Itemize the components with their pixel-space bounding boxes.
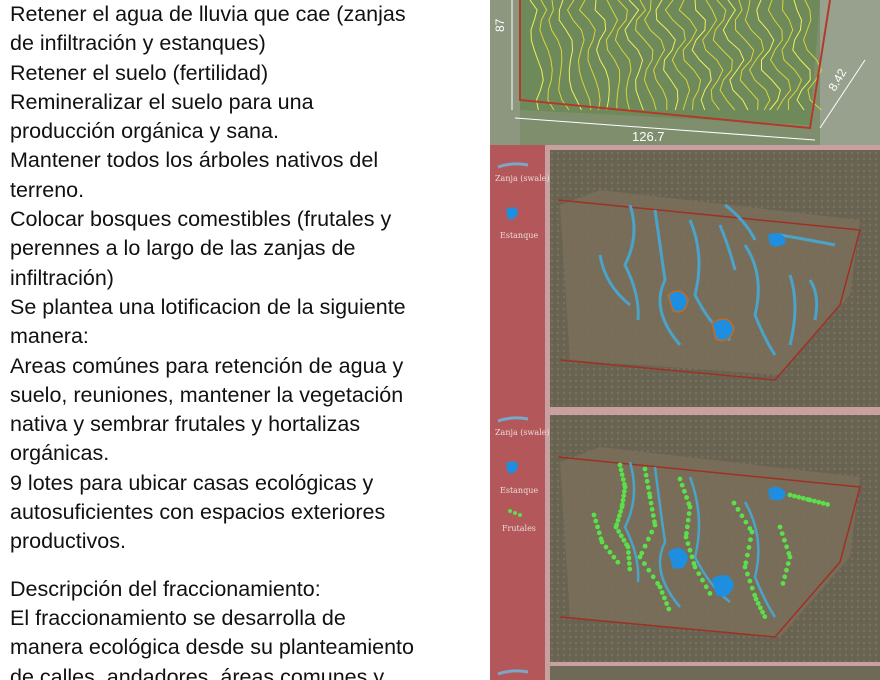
text-line: Mantener todos los árboles nativos del (10, 148, 379, 173)
legend-swale-label: Zanja (swale) (495, 428, 550, 437)
topography-map: 87 8.42 126.7 (490, 0, 880, 145)
text-line: El fraccionamiento se desarrolla de (10, 605, 346, 630)
map-legend-panel (490, 407, 545, 662)
text-line: productivos. (10, 529, 126, 554)
text-line: infiltración) (10, 265, 114, 290)
text-line: orgánicas. (10, 441, 110, 466)
text-line: 9 lotes para ubicar casas ecológicas y (10, 470, 374, 495)
map-legend-panel (490, 145, 545, 407)
text-line: Descripción del fraccionamiento: (10, 576, 321, 601)
text-line: Areas comúnes para retención de agua y (10, 353, 404, 378)
figure-column: 87 8.42 126.7 Zanja (swale) Estanque Zan… (490, 0, 880, 680)
text-line: de infiltración y estanques) (10, 31, 266, 56)
text-line: Colocar bosques comestibles (frutales y (10, 207, 392, 232)
text-line: manera: (10, 324, 89, 349)
dim-bottom-label: 126.7 (632, 129, 665, 144)
text-line: nativa y sembrar frutales y hortalizas (10, 412, 361, 437)
swales-map: Zanja (swale) Estanque (490, 145, 880, 407)
dim-left-label: 87 (493, 18, 507, 32)
text-line: Retener el agua de lluvia que cae (zanja… (10, 2, 406, 26)
legend-swale-label: Zanja (swale) (495, 174, 550, 183)
text-line: de calles, andadores, áreas comunes y (10, 664, 385, 680)
text-line: Retener el suelo (fertilidad) (10, 60, 269, 85)
text-line: suelo, reuniones, mantener la vegetación (10, 382, 404, 407)
paragraph-objectives: Retener el agua de lluvia que cae (zanja… (10, 0, 480, 557)
text-line: manera ecológica desde su planteamiento (10, 635, 414, 660)
legend-pond-label: Estanque (500, 486, 538, 495)
text-line: autosuficientes con espacios exteriores (10, 500, 386, 525)
text-line: terreno. (10, 177, 85, 202)
pond-2 (711, 318, 735, 342)
document-text-column: Retener el agua de lluvia que cae (zanja… (10, 0, 480, 680)
paragraph-description: Descripción del fraccionamiento: El fracc… (10, 575, 480, 680)
fruit-trees-map: Zanja (swale) Estanque Frutales (490, 407, 880, 662)
legend-pond-label: Estanque (500, 231, 538, 240)
text-line: perennes a lo largo de las zanjas de (10, 236, 356, 261)
text-line: Se plantea una lotificacion de la siguie… (10, 294, 406, 319)
text-line: Remineralizar el suelo para una (10, 89, 314, 114)
legend-fruit-label: Frutales (502, 524, 536, 533)
text-line: producción orgánica y sana. (10, 119, 279, 144)
next-map-partial (490, 662, 880, 680)
